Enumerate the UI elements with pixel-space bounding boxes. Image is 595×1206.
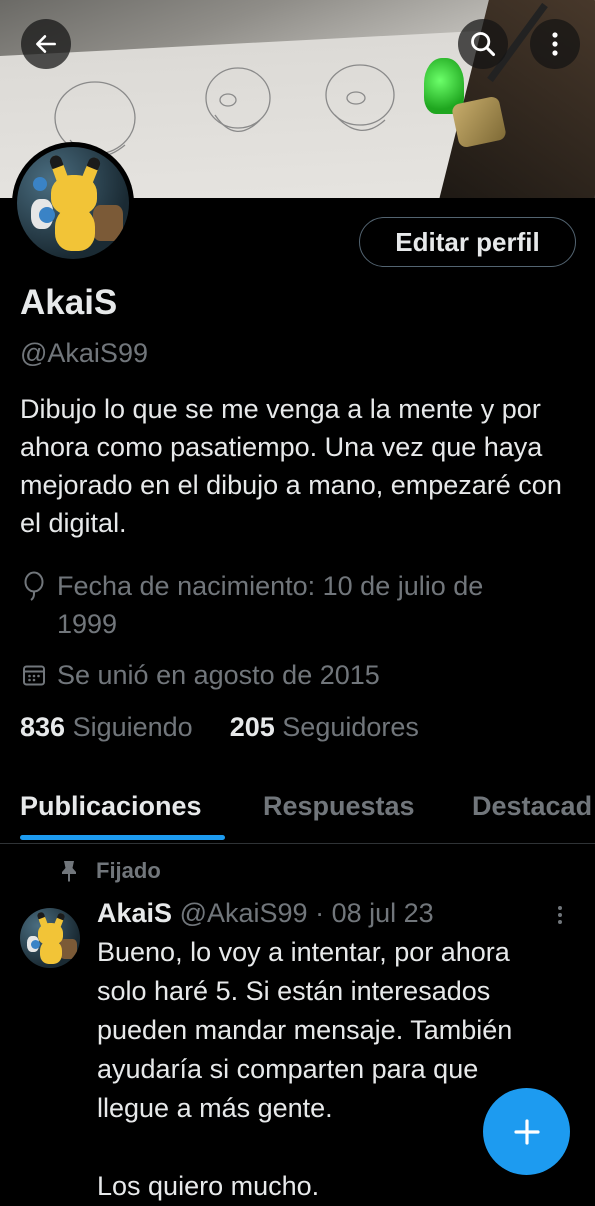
followers-link[interactable]: 205 Seguidores (230, 712, 419, 742)
post-author-name[interactable]: AkaiS (97, 898, 172, 928)
birth-date-line-2: 1999 (57, 609, 118, 639)
post-separator: · (315, 898, 325, 928)
more-options-button[interactable] (530, 19, 580, 69)
post-author-avatar[interactable] (20, 908, 80, 968)
arrow-left-icon (36, 35, 56, 53)
pinned-label: Fijado (96, 858, 161, 883)
more-vertical-icon (552, 32, 558, 56)
more-vertical-icon (558, 906, 562, 924)
post-date[interactable]: 08 jul 23 (332, 898, 434, 928)
following-count: 836 (20, 712, 66, 742)
edit-profile-button[interactable]: Editar perfil (359, 217, 576, 267)
birth-date-line-1: Fecha de nacimiento: 10 de julio de (57, 571, 484, 601)
profile-name: AkaiS (20, 283, 118, 322)
avatar-image (17, 147, 129, 259)
profile-bio: Dibujo lo que se me venga a la mente y p… (20, 394, 562, 538)
followers-count: 205 (229, 712, 275, 742)
joined-row: Se unió en agosto de 2015 (20, 656, 380, 694)
calendar-icon (20, 656, 48, 694)
post-author-handle[interactable]: @AkaiS99 (180, 898, 308, 928)
plus-icon (513, 1118, 540, 1145)
tab-respuestas[interactable]: Respuestas (263, 791, 415, 822)
tab-destacados[interactable]: Destacad (472, 791, 592, 822)
balloon-icon (20, 567, 48, 605)
active-tab-indicator (20, 835, 225, 840)
tab-publicaciones[interactable]: Publicaciones (20, 791, 202, 822)
back-button[interactable] (21, 19, 71, 69)
search-icon (471, 32, 496, 57)
post-text-line: Bueno, lo voy a intentar, por ahora (97, 937, 510, 967)
post-text-line: Los quiero mucho. (97, 1171, 320, 1201)
profile-tabs: Publicaciones Respuestas Destacad (0, 775, 595, 844)
post-more-button[interactable] (557, 905, 563, 930)
compose-button[interactable] (483, 1088, 570, 1175)
pinned-label-row: Fijado (60, 858, 161, 884)
search-button[interactable] (458, 19, 508, 69)
followers-label: Seguidores (282, 712, 419, 742)
profile-avatar[interactable] (12, 142, 134, 264)
following-label: Siguiendo (72, 712, 193, 742)
post-text-line: solo haré 5. Si están interesados (97, 976, 491, 1006)
pin-icon (62, 861, 76, 882)
profile-handle: @AkaiS99 (20, 338, 148, 368)
following-link[interactable]: 836 Siguiendo (20, 712, 200, 742)
follow-stats: 836 Siguiendo 205 Seguidores (20, 712, 419, 743)
joined-text: Se unió en agosto de 2015 (57, 660, 380, 690)
post-header: AkaiS @AkaiS99 · 08 jul 23 (97, 898, 434, 929)
birth-date-row: Fecha de nacimiento: 10 de julio de 1999 (20, 567, 483, 643)
post-text-line: pueden mandar mensaje. También (97, 1015, 513, 1045)
post-text-line: ayudaría si comparten para que (97, 1054, 479, 1084)
